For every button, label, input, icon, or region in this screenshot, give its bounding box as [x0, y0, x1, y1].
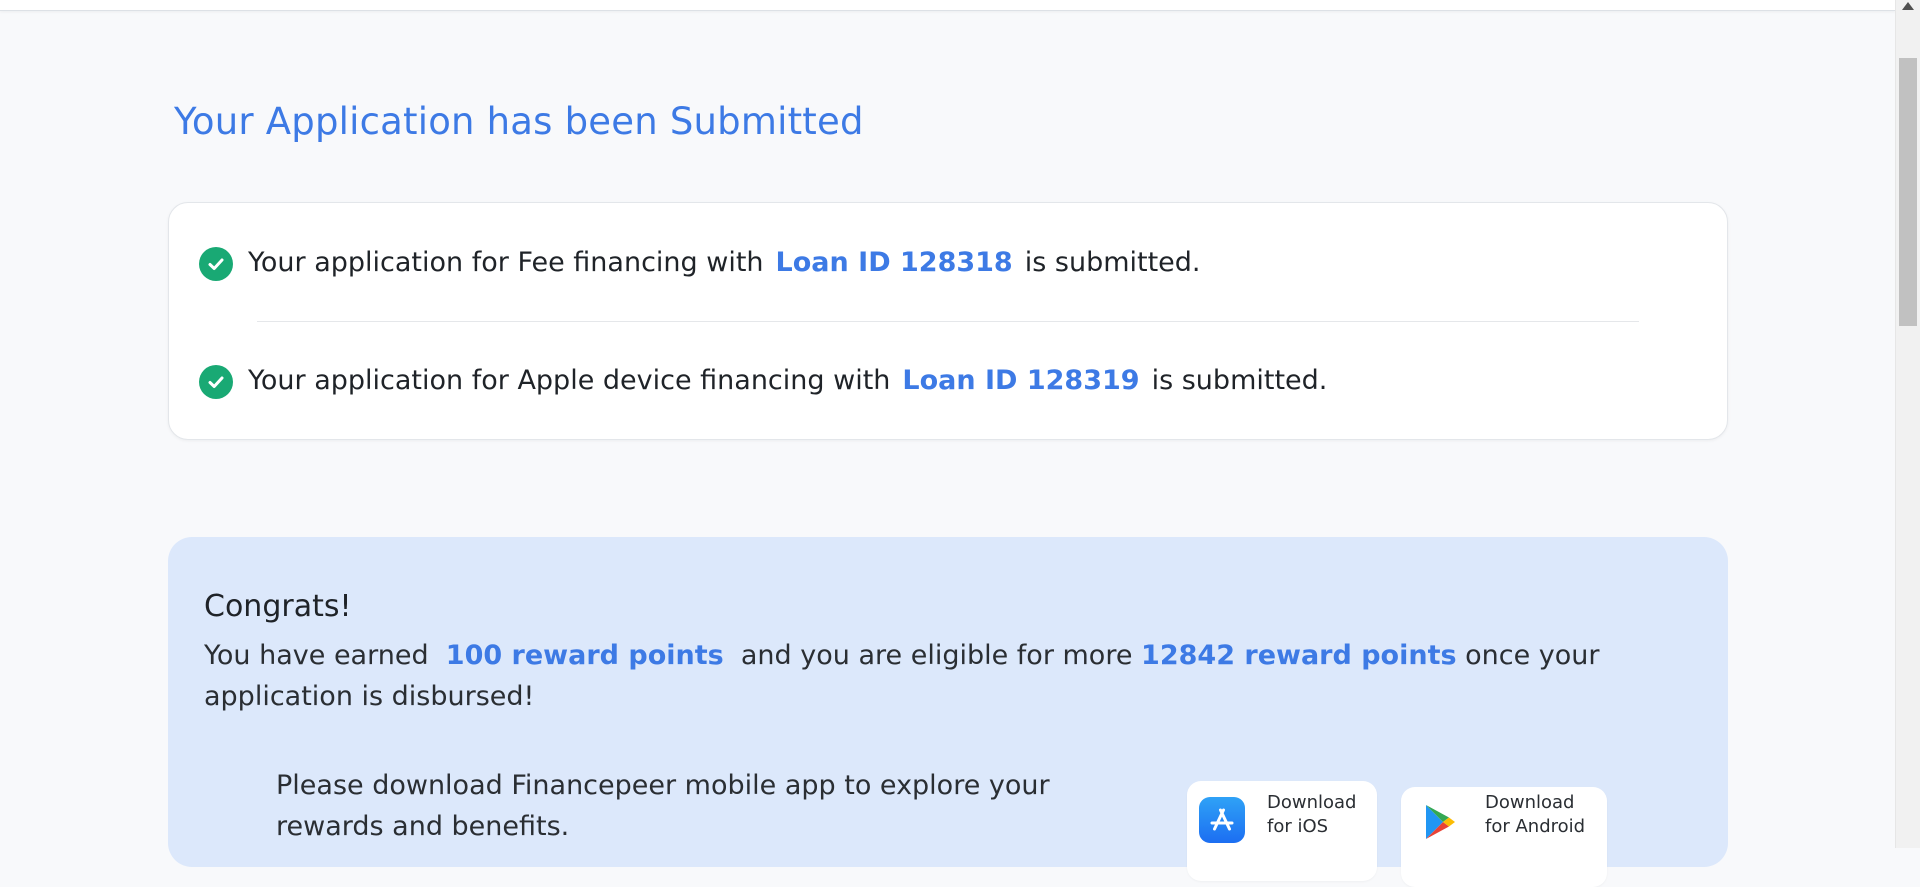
- download-prompt: Please download Financepeer mobile app t…: [276, 770, 1050, 842]
- download-ios-button[interactable]: Download for iOS: [1187, 781, 1377, 881]
- earned-points: 100 reward points: [445, 640, 724, 671]
- top-bar: [0, 0, 1896, 11]
- scrollbar-thumb[interactable]: [1899, 58, 1917, 326]
- eligible-points: 12842 reward points: [1141, 640, 1457, 671]
- check-circle-icon: [199, 247, 233, 281]
- reward-message: You have earned 100 reward points and yo…: [204, 635, 1674, 717]
- reward-text: and you are eligible for more: [740, 640, 1133, 671]
- vertical-scrollbar[interactable]: [1895, 0, 1920, 848]
- scroll-up-arrow-icon[interactable]: [1902, 2, 1914, 10]
- app-store-icon: [1199, 797, 1245, 843]
- rewards-panel: Congrats! You have earned 100 reward poi…: [168, 537, 1728, 887]
- congrats-heading: Congrats!: [204, 589, 352, 624]
- check-circle-icon: [199, 365, 233, 399]
- application-text: Your application for Apple device financ…: [248, 364, 891, 396]
- application-row: Your application for Fee financing with …: [199, 243, 1201, 281]
- application-status: is submitted.: [1024, 246, 1201, 278]
- android-button-label: Download for Android: [1485, 791, 1585, 839]
- application-row: Your application for Apple device financ…: [199, 361, 1327, 399]
- application-text: Your application for Fee financing with: [248, 246, 764, 278]
- divider: [257, 321, 1639, 322]
- download-android-button[interactable]: Download for Android: [1401, 787, 1607, 887]
- application-summary-card: Your application for Fee financing with …: [168, 202, 1728, 440]
- ios-button-label: Download for iOS: [1267, 791, 1356, 839]
- google-play-icon: [1423, 803, 1457, 845]
- ios-label-line1: Download: [1267, 792, 1357, 813]
- application-status: is submitted.: [1151, 364, 1328, 396]
- reward-text: You have earned: [204, 640, 429, 671]
- android-label-line2: for Android: [1485, 816, 1586, 837]
- ios-label-line2: for iOS: [1267, 816, 1329, 837]
- loan-id: Loan ID 128319: [902, 364, 1140, 396]
- page-title: Your Application has been Submitted: [174, 100, 864, 143]
- android-label-line1: Download: [1485, 792, 1575, 813]
- loan-id: Loan ID 128318: [775, 246, 1013, 278]
